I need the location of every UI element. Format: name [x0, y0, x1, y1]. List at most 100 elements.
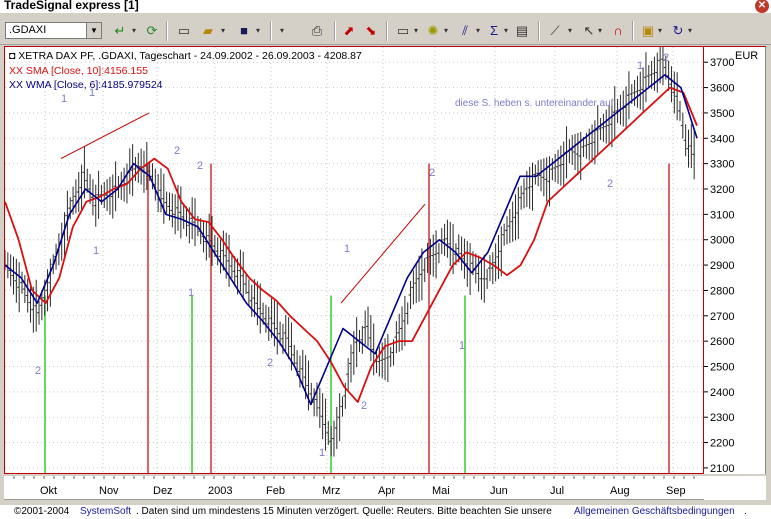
toolbar: .GDAXI ▼ ↵ ▾ ⟳ ▭ ▰ ▾ ■ ▾ ▾ ⎙ ⬈ ⬊ ▭ ▾ ✺ ▾… — [0, 14, 771, 45]
y-axis-svg: EUR 2100 2200 2300 2400 2500 2600 2700 2800 2900 3… — [704, 50, 758, 475]
x-tick-label: Jun — [490, 485, 508, 497]
y-tick-label: 2100 — [710, 463, 734, 473]
x-axis-svg: Okt Nov Dez 2003 Feb Mrz Apr Mai Jun Jul Aug Sep — [13, 476, 695, 497]
magnet-icon[interactable]: ∩ — [610, 22, 626, 40]
chart-up-icon[interactable]: ⬈ — [340, 22, 358, 40]
y-tick-label: 2900 — [710, 260, 734, 272]
refresh-icon[interactable]: ⟳ — [144, 22, 160, 40]
wave-count-label: 1 — [89, 87, 95, 99]
y-tick-label: 2300 — [710, 412, 734, 424]
chart-header: ◘ XETRA DAX PF, .GDAXI, Tageschart - 24.… — [9, 50, 362, 62]
toolbar-separator — [538, 21, 540, 41]
x-tick-label: Apr — [378, 485, 395, 497]
x-tick-label: Mai — [432, 485, 450, 497]
terms-link[interactable]: Allgemeinen Geschäftsbedingungen — [574, 506, 735, 517]
wave-count-label: 2 — [361, 400, 367, 412]
chevron-down-icon[interactable]: ▾ — [502, 22, 510, 40]
wave-count-label: 2 — [35, 365, 41, 377]
save-icon[interactable]: ■ — [236, 22, 252, 40]
toolbar-separator — [166, 21, 168, 41]
x-tick-label: Mrz — [322, 485, 340, 497]
chevron-down-icon[interactable]: ▾ — [656, 22, 664, 40]
y-tick-label: 3300 — [710, 159, 734, 171]
chevron-down-icon[interactable]: ▾ — [686, 22, 694, 40]
wave-count-label: 1 — [61, 93, 67, 105]
wave-count-label: 2 — [607, 178, 613, 190]
chevron-down-icon[interactable]: ▼ — [86, 23, 101, 38]
price-chart: ◘ XETRA DAX PF, .GDAXI, Tageschart - 24.… — [5, 47, 703, 473]
close-button[interactable]: ✕ — [755, 0, 769, 13]
y-tick-label: 3500 — [710, 108, 734, 120]
wave-count-label: 2 — [267, 357, 273, 369]
y-tick-label: 3400 — [710, 133, 734, 145]
chevron-down-icon[interactable]: ▾ — [130, 22, 138, 40]
wave-count-label: 1 — [319, 447, 325, 459]
currency-label: EUR — [735, 50, 758, 62]
notes-icon[interactable]: ▣ — [640, 22, 656, 40]
y-tick-label: 3700 — [710, 57, 734, 69]
chevron-down-icon[interactable]: ▾ — [474, 22, 482, 40]
window-title: TradeSignal express [1] — [4, 0, 139, 12]
line-tool-icon[interactable]: ⟋ — [546, 22, 564, 40]
x-tick-label: Aug — [610, 485, 630, 497]
wave-count-label: 2 — [429, 167, 435, 179]
footer: ©2001-2004 SystemSoft . Daten sind um mi… — [0, 505, 771, 519]
footer-text: . Daten sind um mindestens 15 Minuten ve… — [136, 506, 552, 517]
chevron-down-icon[interactable]: ▾ — [412, 22, 420, 40]
wave-count-label: 1 — [93, 245, 99, 257]
open-icon[interactable]: ▰ — [199, 22, 217, 40]
chevron-down-icon[interactable]: ▾ — [442, 22, 450, 40]
footer-end: . — [744, 506, 747, 517]
y-tick-label: 3100 — [710, 209, 734, 221]
cursor-icon[interactable]: ↖ — [582, 22, 596, 40]
toolbar-separator — [386, 21, 388, 41]
x-tick-label: Dez — [153, 485, 173, 497]
print-icon[interactable]: ⎙ — [308, 22, 326, 40]
new-icon[interactable]: ▭ — [176, 22, 192, 40]
y-tick-label: 2500 — [710, 362, 734, 374]
x-tick-label: Jul — [550, 485, 564, 497]
redo-icon[interactable]: ↻ — [670, 22, 686, 40]
toolbar-separator — [334, 21, 336, 41]
toolbar-separator — [270, 21, 272, 41]
chevron-down-icon[interactable]: ▾ — [219, 22, 227, 40]
chevron-down-icon[interactable]: ▾ — [596, 22, 604, 40]
wave-count-label: 2 — [197, 160, 203, 172]
x-tick-label: Nov — [99, 485, 119, 497]
chart-type-icon[interactable]: ▭ — [394, 22, 412, 40]
drawing-icon[interactable]: ⫽ — [456, 22, 474, 40]
wave-count-label: 1 — [637, 60, 643, 72]
y-tick-label: 3600 — [710, 83, 734, 95]
company-link[interactable]: SystemSoft — [80, 506, 131, 517]
y-tick-label: 2200 — [710, 438, 734, 450]
indicator-icon[interactable]: ✺ — [424, 22, 442, 40]
symbol-input[interactable]: .GDAXI ▼ — [5, 22, 102, 39]
x-tick-label: Okt — [40, 485, 57, 497]
y-tick-label: 2800 — [710, 285, 734, 297]
wave-count-label: 1 — [188, 287, 194, 299]
y-tick-label: 2700 — [710, 311, 734, 323]
chevron-down-icon[interactable]: ▾ — [566, 22, 574, 40]
footer-copyright: ©2001-2004 — [14, 506, 70, 517]
wave-count-label: 1 — [459, 340, 465, 352]
chart-plot-area[interactable]: ◘ XETRA DAX PF, .GDAXI, Tageschart - 24.… — [4, 46, 704, 474]
title-bar: TradeSignal express [1] ✕ — [0, 0, 771, 13]
x-tick-label: Feb — [266, 485, 285, 497]
sma-legend: XX SMA [Close, 10]:4156.155 — [9, 65, 148, 77]
trend-line — [60, 112, 150, 160]
x-axis-corner — [704, 476, 766, 500]
y-tick-label: 2600 — [710, 336, 734, 348]
go-icon[interactable]: ↵ — [112, 22, 128, 40]
annotation-text: diese S. heben s. untereinander auf — [455, 98, 614, 109]
y-tick-label: 2400 — [710, 387, 734, 399]
properties-icon[interactable]: ▤ — [514, 22, 530, 40]
y-axis: EUR 2100 2200 2300 2400 2500 2600 2700 2800 2900 3… — [704, 46, 766, 475]
chevron-down-icon[interactable]: ▾ — [254, 22, 262, 40]
y-tick-label: 3200 — [710, 184, 734, 196]
x-tick-label: 2003 — [208, 485, 232, 497]
wma-legend: XX WMA [Close, 6]:4185.979524 — [9, 79, 163, 91]
sum-icon[interactable]: Σ — [486, 22, 502, 40]
chevron-down-icon[interactable]: ▾ — [278, 22, 286, 40]
chart-down-icon[interactable]: ⬊ — [362, 22, 380, 40]
wave-count-label: 2 — [663, 52, 669, 64]
